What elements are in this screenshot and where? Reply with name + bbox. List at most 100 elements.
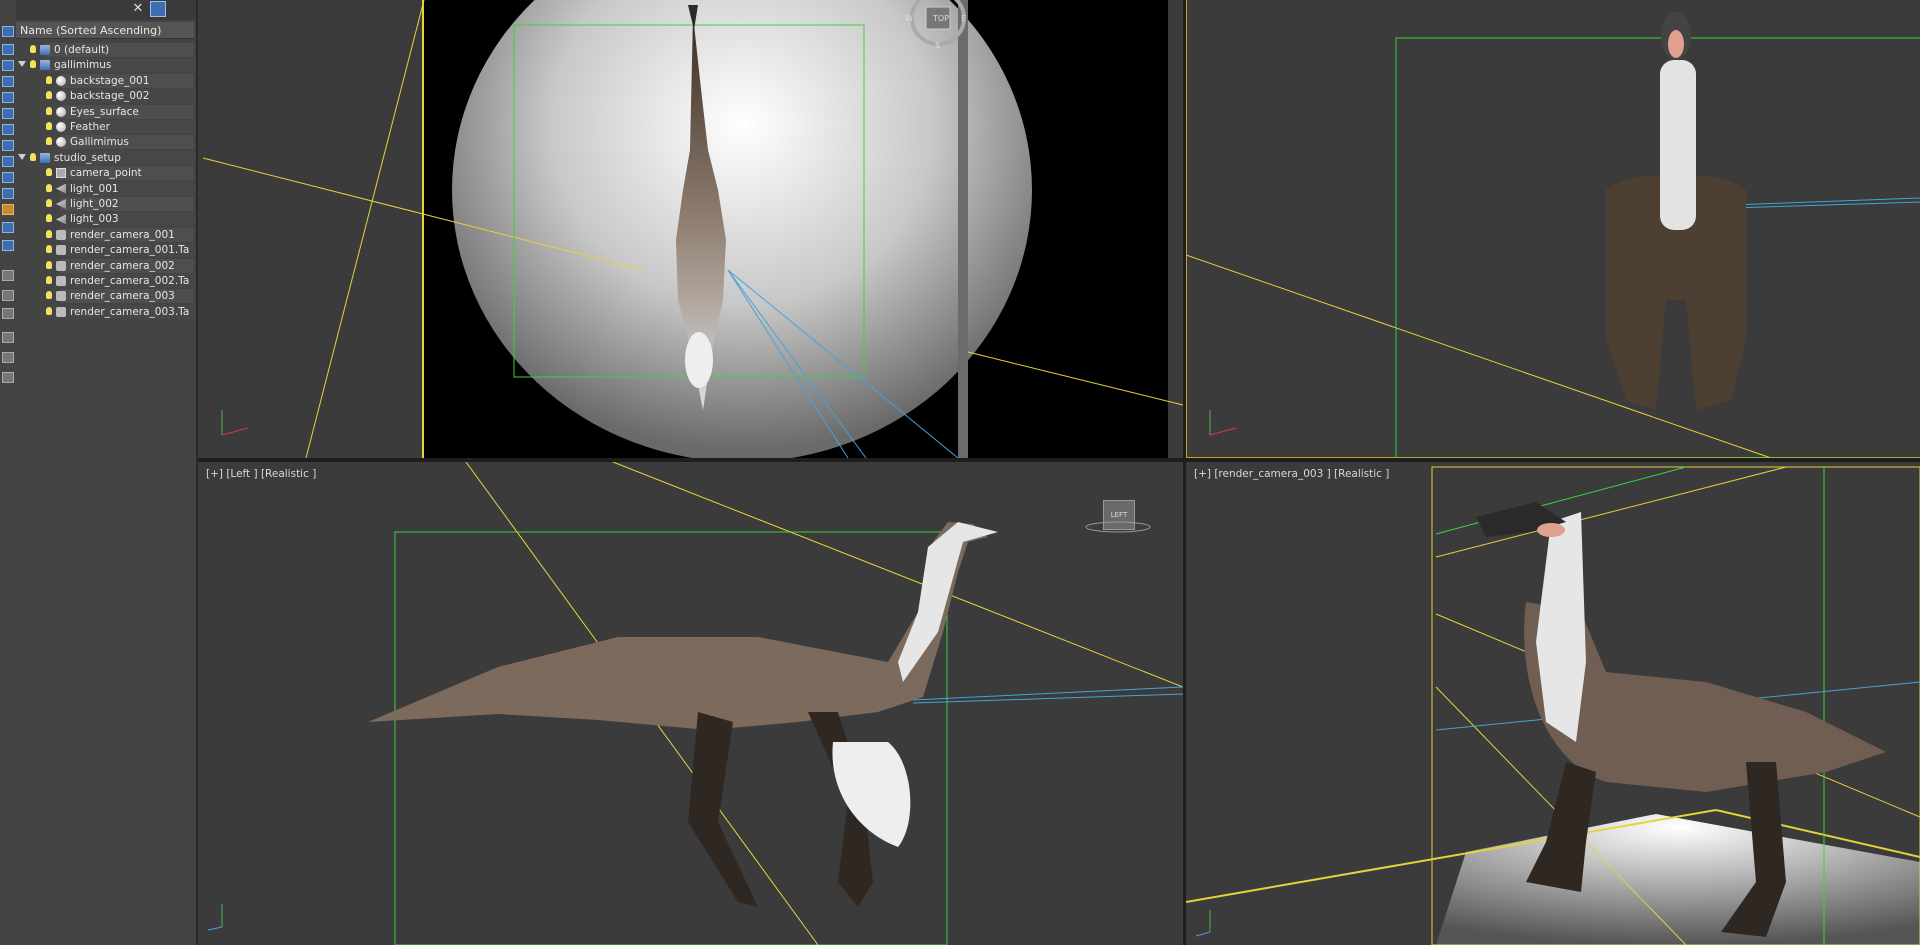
viewport-splitter-vertical[interactable] [1183, 0, 1186, 945]
explorer-row-label: light_003 [70, 213, 119, 226]
list-icon[interactable] [2, 270, 14, 281]
explorer-row[interactable]: Gallimimus [16, 135, 196, 150]
camera-icon [56, 245, 66, 256]
viewport-front[interactable] [1186, 0, 1920, 458]
explorer-row[interactable]: 0 (default) [16, 43, 196, 57]
explorer-row[interactable]: light_001 [16, 181, 196, 196]
explorer-row[interactable]: render_camera_001.Ta [16, 243, 196, 258]
filter-icon[interactable] [2, 332, 14, 343]
explorer-row[interactable]: backstage_002 [16, 89, 196, 104]
viewport-left[interactable]: [+] [Left ] [Realistic ] LEFT [198, 462, 1183, 945]
select-icon[interactable] [2, 26, 14, 37]
compass-top-label[interactable]: TOP [932, 14, 949, 23]
explorer-row[interactable]: render_camera_002.Ta [16, 274, 196, 288]
explorer-row-label: studio_setup [54, 151, 121, 164]
visibility-bulb-icon[interactable] [46, 260, 52, 269]
sort-icon[interactable] [2, 372, 14, 383]
explorer-row-label: render_camera_001 [70, 228, 175, 241]
explorer-row-label: light_002 [70, 198, 119, 210]
display-groups-icon[interactable] [2, 140, 14, 151]
scene-explorer: ✕ Name (Sorted Ascending) 0 (default) gal… [16, 0, 198, 945]
explorer-row-label: render_camera_002.Ta [70, 275, 190, 287]
display-shapes-icon[interactable] [2, 60, 14, 71]
display-frozen-icon[interactable] [2, 204, 14, 215]
visibility-bulb-icon[interactable] [46, 168, 52, 177]
explorer-row[interactable]: light_002 [16, 197, 196, 211]
layer-icon [40, 152, 50, 163]
visibility-bulb-icon[interactable] [46, 276, 52, 284]
explorer-titlebar: ✕ [16, 0, 196, 20]
explorer-row-label: render_camera_001.Ta [70, 244, 190, 257]
layer-icon [40, 60, 50, 71]
explorer-row[interactable]: render_camera_002 [16, 258, 196, 273]
visibility-bulb-icon[interactable] [46, 291, 52, 300]
compass-east: E [961, 14, 966, 23]
scene-explorer-toolbar [0, 0, 17, 945]
compass-south: S [935, 41, 940, 50]
explorer-row[interactable]: studio_setup [16, 150, 196, 165]
display-helpers-icon[interactable] [2, 108, 14, 119]
expand-icon[interactable] [18, 153, 26, 160]
display-cameras-icon[interactable] [2, 92, 14, 103]
visibility-bulb-icon[interactable] [46, 245, 52, 254]
explorer-row[interactable]: render_camera_003 [16, 289, 196, 304]
visibility-bulb-icon[interactable] [46, 106, 52, 115]
visibility-bulb-icon[interactable] [30, 60, 36, 69]
viewport-camera-canvas [1186, 466, 1920, 945]
visibility-bulb-icon[interactable] [46, 75, 52, 84]
explorer-row[interactable]: gallimimus [16, 58, 196, 73]
display-containers-icon[interactable] [2, 188, 14, 199]
point-icon [56, 168, 66, 179]
display-hidden-icon[interactable] [2, 222, 14, 233]
visibility-bulb-icon[interactable] [46, 91, 52, 100]
explorer-row[interactable]: backstage_001 [16, 73, 196, 88]
visibility-bulb-icon[interactable] [46, 229, 52, 238]
explorer-row[interactable]: render_camera_003.Ta [16, 304, 196, 319]
display-bones-icon[interactable] [2, 172, 14, 183]
display-none-icon[interactable] [2, 290, 14, 301]
name-column-header[interactable]: Name (Sorted Ascending) [16, 22, 194, 39]
visibility-bulb-icon[interactable] [46, 214, 52, 223]
visibility-bulb-icon[interactable] [46, 199, 52, 207]
visibility-bulb-icon[interactable] [46, 183, 52, 192]
viewport-render-camera[interactable]: [+] [render_camera_003 ] [Realistic ] [1186, 462, 1920, 945]
explorer-row-label: backstage_001 [70, 74, 150, 87]
display-all-icon[interactable] [2, 240, 14, 251]
hierarchy-icon[interactable] [2, 352, 14, 363]
sphere-icon [56, 75, 66, 86]
visibility-bulb-icon[interactable] [46, 122, 52, 130]
explorer-row-label: light_001 [70, 182, 119, 195]
viewport-top-canvas: TOP W E S [202, 0, 1183, 458]
visibility-bulb-icon[interactable] [30, 45, 36, 53]
visibility-bulb-icon[interactable] [46, 306, 52, 315]
explorer-row-label: render_camera_003 [70, 290, 175, 303]
explorer-row[interactable]: Eyes_surface [16, 104, 196, 119]
display-lights-icon[interactable] [2, 76, 14, 87]
explorer-row-label: gallimimus [54, 59, 112, 72]
explorer-row-label: Feather [70, 121, 110, 133]
close-icon[interactable]: ✕ [130, 1, 146, 17]
compass-west: W [905, 14, 913, 23]
display-geometry-icon[interactable] [2, 44, 14, 55]
camera-icon [56, 260, 66, 271]
viewport-front-canvas [1186, 0, 1920, 458]
explorer-row[interactable]: camera_point [16, 166, 196, 181]
visibility-bulb-icon[interactable] [30, 152, 36, 161]
layer-icon [40, 45, 50, 55]
explorer-row[interactable]: Feather [16, 120, 196, 134]
display-xrefs-icon[interactable] [2, 156, 14, 167]
explorer-row-label: 0 (default) [54, 44, 110, 56]
visibility-bulb-icon[interactable] [46, 137, 52, 146]
expand-icon[interactable] [18, 61, 26, 68]
invert-icon[interactable] [2, 308, 14, 319]
viewport-splitter-horizontal[interactable] [198, 458, 1920, 462]
camera-icon [56, 276, 66, 286]
explorer-row[interactable]: render_camera_001 [16, 227, 196, 242]
explorer-row-label: Gallimimus [70, 136, 129, 149]
explorer-row-label: camera_point [70, 167, 142, 180]
camera-icon [56, 229, 66, 240]
viewport-top[interactable]: TOP W E S [198, 0, 1183, 458]
explorer-row[interactable]: light_003 [16, 212, 196, 227]
pin-icon[interactable] [150, 1, 166, 17]
display-spacewarps-icon[interactable] [2, 124, 14, 135]
